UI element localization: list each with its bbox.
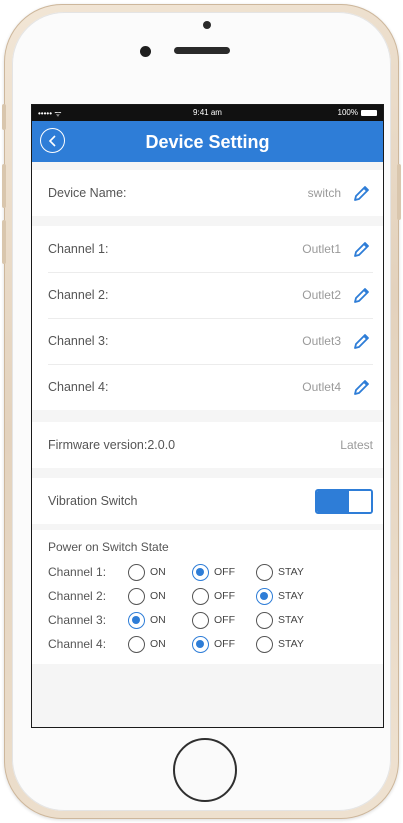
row-divider: [48, 318, 373, 319]
radio-option-on[interactable]: ON: [128, 563, 180, 581]
channel-row-1[interactable]: Channel 1: Outlet1: [32, 226, 383, 272]
radio-circle-icon: [256, 611, 273, 629]
channel-row-4[interactable]: Channel 4: Outlet4: [32, 364, 383, 410]
radio-circle-icon: [192, 587, 209, 605]
radio-circle-icon: [128, 587, 145, 605]
radio-label: STAY: [278, 638, 304, 650]
radio-circle-icon: [256, 635, 273, 653]
firmware-section: Firmware version:2.0.0 Latest: [32, 422, 383, 468]
radio-option-off[interactable]: OFF: [192, 635, 244, 653]
vibration-toggle[interactable]: [315, 488, 373, 514]
channel-value: Outlet3: [302, 334, 341, 348]
firmware-label: Firmware version:2.0.0: [48, 438, 176, 452]
pencil-icon[interactable]: [351, 330, 373, 352]
row-divider: [48, 272, 373, 273]
power-state-row: Channel 4: ON OFF STAY: [48, 632, 383, 656]
firmware-status: Latest: [340, 438, 373, 452]
radio-circle-icon: [256, 587, 273, 605]
volume-up-button: [2, 164, 6, 208]
radio-label: ON: [150, 566, 166, 578]
volume-down-button: [2, 220, 6, 264]
radio-circle-icon: [128, 611, 145, 629]
power-state-title: Power on Switch State: [48, 540, 169, 554]
radio-option-stay[interactable]: STAY: [256, 587, 308, 605]
radio-option-off[interactable]: OFF: [192, 611, 244, 629]
radio-circle-icon: [192, 563, 209, 581]
channel-label: Channel 2:: [48, 288, 109, 302]
radio-label: OFF: [214, 566, 235, 578]
app-screen: ••••• ᯤ 9:41 am 100% Device Setting Devi…: [31, 104, 384, 728]
status-bar: ••••• ᯤ 9:41 am 100%: [32, 105, 383, 121]
proximity-sensor: [203, 21, 211, 29]
power-state-rows: Channel 1: ON OFF STAY Channel 2: ON OFF STAY Ch…: [48, 560, 383, 656]
device-name-value: switch: [307, 186, 341, 200]
channels-section: Channel 1: Outlet1 Channel 2: Outlet2 Ch…: [32, 226, 383, 410]
earpiece-speaker: [174, 47, 230, 54]
radio-option-stay[interactable]: STAY: [256, 563, 308, 581]
vibration-row: Vibration Switch: [32, 478, 383, 524]
channel-value: Outlet1: [302, 242, 341, 256]
pencil-icon[interactable]: [351, 376, 373, 398]
device-name-section: Device Name: switch: [32, 170, 383, 216]
home-button[interactable]: [173, 738, 237, 802]
power-channel-label: Channel 1:: [48, 565, 107, 579]
toggle-knob: [349, 490, 371, 512]
radio-circle-icon: [192, 635, 209, 653]
pencil-icon[interactable]: [351, 284, 373, 306]
toggle-on-segment: [317, 490, 349, 512]
radio-circle-icon: [128, 563, 145, 581]
channel-label: Channel 1:: [48, 242, 109, 256]
radio-option-stay[interactable]: STAY: [256, 635, 308, 653]
radio-label: OFF: [214, 614, 235, 626]
power-channel-label: Channel 4:: [48, 637, 107, 651]
radio-circle-icon: [256, 563, 273, 581]
radio-option-stay[interactable]: STAY: [256, 611, 308, 629]
row-divider: [48, 364, 373, 365]
radio-label: OFF: [214, 590, 235, 602]
radio-option-on[interactable]: ON: [128, 611, 180, 629]
radio-option-off[interactable]: OFF: [192, 563, 244, 581]
power-channel-label: Channel 2:: [48, 589, 107, 603]
radio-label: STAY: [278, 614, 304, 626]
power-state-row: Channel 3: ON OFF STAY: [48, 608, 383, 632]
power-channel-label: Channel 3:: [48, 613, 107, 627]
radio-label: ON: [150, 614, 166, 626]
radio-circle-icon: [128, 635, 145, 653]
channel-label: Channel 4:: [48, 380, 109, 394]
channel-row-3[interactable]: Channel 3: Outlet3: [32, 318, 383, 364]
page-title: Device Setting: [145, 132, 270, 152]
radio-option-on[interactable]: ON: [128, 635, 180, 653]
front-camera: [140, 46, 151, 57]
mute-switch: [2, 104, 6, 130]
device-name-label: Device Name:: [48, 186, 127, 200]
radio-label: OFF: [214, 638, 235, 650]
device-name-row[interactable]: Device Name: switch: [32, 170, 383, 216]
channel-value: Outlet2: [302, 288, 341, 302]
radio-label: ON: [150, 590, 166, 602]
radio-label: ON: [150, 638, 166, 650]
vibration-section: Vibration Switch: [32, 478, 383, 524]
power-button: [397, 164, 401, 220]
battery-percent: 100%: [337, 108, 358, 117]
radio-option-on[interactable]: ON: [128, 587, 180, 605]
power-state-row: Channel 1: ON OFF STAY: [48, 560, 383, 584]
channel-row-2[interactable]: Channel 2: Outlet2: [32, 272, 383, 318]
battery-icon: [361, 109, 377, 116]
radio-circle-icon: [192, 611, 209, 629]
pencil-icon[interactable]: [351, 238, 373, 260]
pencil-icon[interactable]: [351, 182, 373, 204]
power-state-section: Power on Switch State Channel 1: ON OFF STA…: [32, 530, 383, 664]
radio-label: STAY: [278, 566, 304, 578]
status-time: 9:41 am: [193, 108, 222, 117]
firmware-row[interactable]: Firmware version:2.0.0 Latest: [32, 422, 383, 468]
nav-bar: Device Setting: [32, 121, 383, 162]
channel-label: Channel 3:: [48, 334, 109, 348]
vibration-label: Vibration Switch: [48, 494, 138, 508]
battery-indicator: 100%: [338, 108, 377, 117]
power-state-row: Channel 2: ON OFF STAY: [48, 584, 383, 608]
channel-value: Outlet4: [302, 380, 341, 394]
radio-option-off[interactable]: OFF: [192, 587, 244, 605]
radio-label: STAY: [278, 590, 304, 602]
